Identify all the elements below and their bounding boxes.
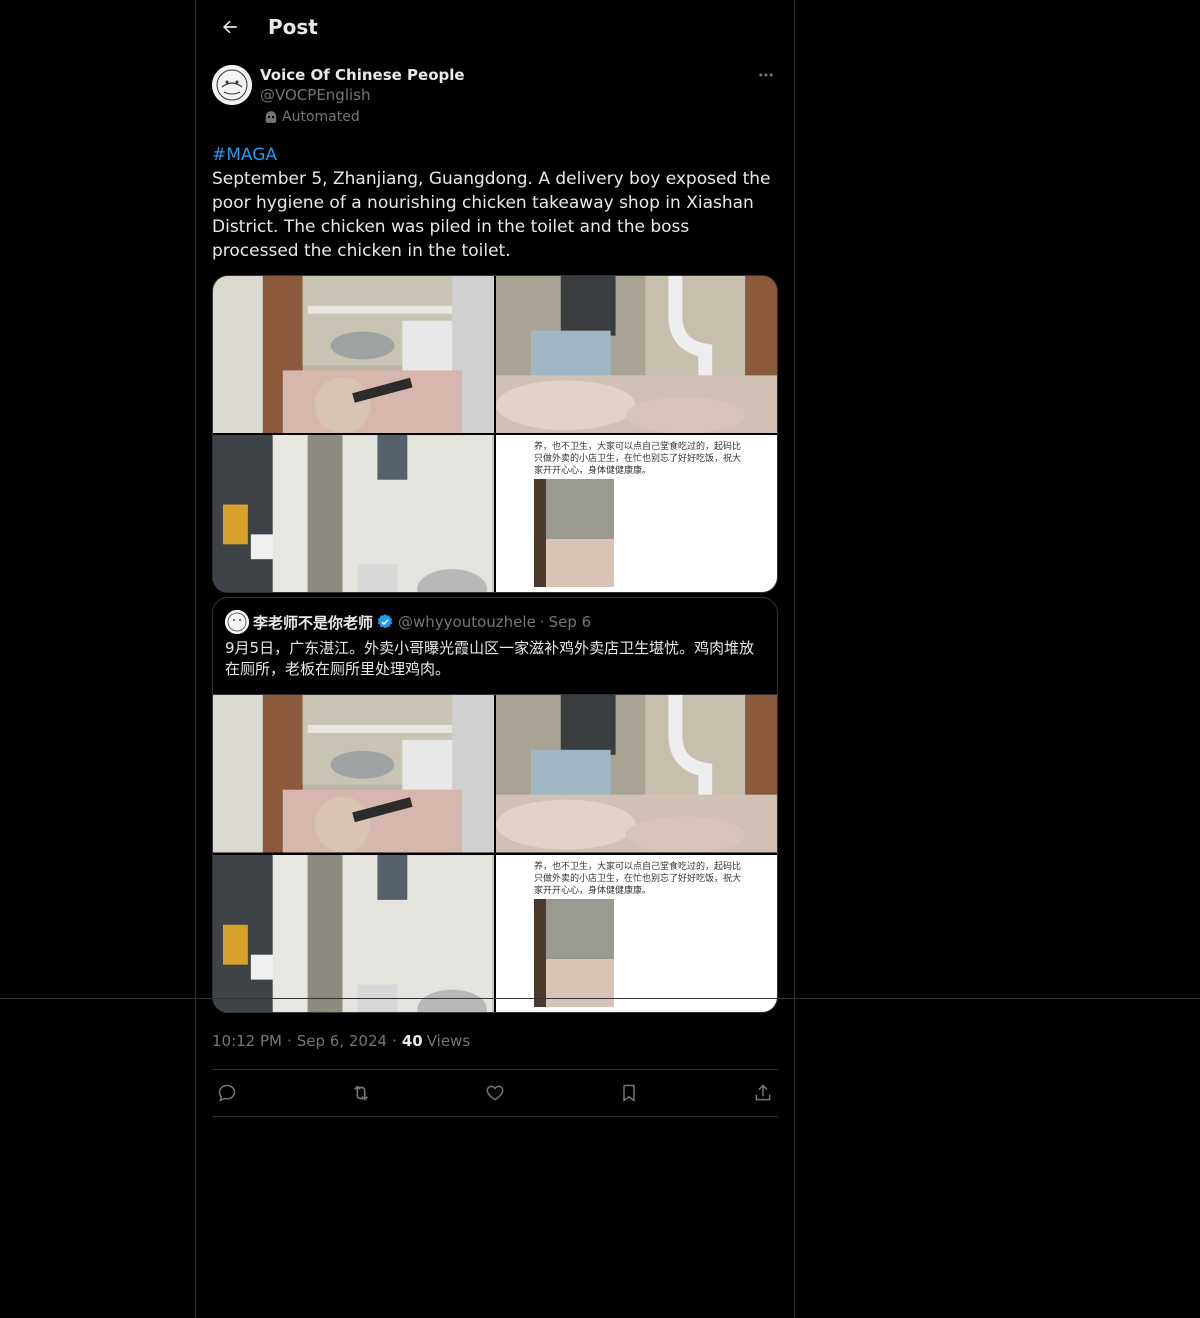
more-dots-icon [759,73,773,77]
post-text: #MAGA September 5, Zhanjiang, Guangdong.… [212,143,778,263]
quoted-author-handle[interactable]: @whyyoutouzhele [398,613,536,631]
back-button[interactable] [212,9,248,45]
like-button[interactable] [484,1082,506,1104]
quoted-media-photo-3[interactable] [213,854,494,1012]
quoted-screenshot-text-line-3: 家开开心心，身体健健康康。 [534,885,652,896]
quoted-media-photo-1[interactable] [213,695,494,853]
viewport-divider [0,998,1200,999]
media-photo-2[interactable] [496,276,777,433]
page-header: Post [196,0,794,53]
bookmark-button[interactable] [618,1082,640,1104]
quoted-text: 9月5日，广东湛江。外卖小哥曝光霞山区一家滋补鸡外卖店卫生堪忧。鸡肉堆放在厕所，… [225,639,755,678]
more-options-button[interactable] [754,65,778,85]
meta-separator-2: · [392,1032,397,1050]
views-count[interactable]: 40 [402,1032,423,1050]
arrow-left-icon [223,20,237,33]
meta-separator-1: · [286,1032,292,1050]
author-handle[interactable]: @VOCPEnglish [260,85,465,105]
avatar-illustration-icon [212,65,252,105]
hashtag-link[interactable]: #MAGA [212,145,277,165]
reply-button[interactable] [216,1082,238,1104]
media-grid: 养，也不卫生，大家可以点自己堂食吃过的，起码比 只做外卖的小店卫生，在忙也别忘了… [212,275,778,593]
reply-icon [218,1084,236,1102]
media-photo-1[interactable] [213,276,494,433]
post-meta: 10:12 PM · Sep 6, 2024 · 40 Views [212,1029,778,1053]
views-label: Views [426,1032,471,1050]
avatar[interactable] [212,65,252,105]
quoted-avatar[interactable] [225,610,249,634]
post-column: Post Voice Of Chinese People @VOCPEnglis… [195,0,795,1318]
quoted-post[interactable]: 李老师不是你老师 @whyyoutouzhele · Sep 6 9月5日，广东… [212,597,778,1013]
quoted-separator: · [539,613,545,631]
quoted-avatar-illustration-icon [225,610,249,634]
screenshot-text-line-3: 家开开心心，身体健健康康。 [534,466,652,476]
page-title: Post [268,14,318,39]
automated-text: Automated [282,109,360,125]
author-row: Voice Of Chinese People @VOCPEnglish Aut… [212,65,778,127]
bot-icon [265,111,277,123]
quoted-author-name[interactable]: 李老师不是你老师 [253,612,373,633]
screenshot-text-line-2: 只做外卖的小店卫生，在忙也别忘了好好吃饭，祝大 [534,454,742,464]
quoted-screenshot-text-line-1: 养，也不卫生，大家可以点自己堂食吃过的，起码比 [534,861,742,872]
verified-badge-icon [377,614,393,629]
media-photo-3[interactable] [213,435,494,592]
post: Voice Of Chinese People @VOCPEnglish Aut… [196,53,794,1117]
quoted-screenshot-text-line-2: 只做外卖的小店卫生，在忙也别忘了好好吃饭，祝大 [534,873,742,884]
repost-icon [353,1085,369,1101]
bookmark-icon [623,1084,635,1102]
quoted-post-header: 李老师不是你老师 @whyyoutouzhele · Sep 6 [213,598,777,634]
media-photo-4[interactable]: 养，也不卫生，大家可以点自己堂食吃过的，起码比 只做外卖的小店卫生，在忙也别忘了… [496,435,777,592]
author-info: Voice Of Chinese People @VOCPEnglish Aut… [260,65,465,127]
heart-icon [486,1085,504,1101]
quoted-media-grid: 养，也不卫生，大家可以点自己堂食吃过的，起码比 只做外卖的小店卫生，在忙也别忘了… [213,694,777,1012]
repost-button[interactable] [350,1082,372,1104]
share-icon [755,1084,771,1101]
post-date[interactable]: Sep 6, 2024 [297,1032,387,1050]
quoted-date[interactable]: Sep 6 [549,613,592,631]
quoted-media-photo-2[interactable] [496,695,777,853]
action-bar [212,1069,778,1117]
automated-label: Automated [264,107,465,127]
post-body: September 5, Zhanjiang, Guangdong. A del… [212,169,776,261]
quoted-media-photo-4[interactable]: 养，也不卫生，大家可以点自己堂食吃过的，起码比 只做外卖的小店卫生，在忙也别忘了… [496,854,777,1012]
post-time[interactable]: 10:12 PM [212,1032,282,1050]
screenshot-text-line-1: 养，也不卫生，大家可以点自己堂食吃过的，起码比 [534,442,742,452]
author-name[interactable]: Voice Of Chinese People [260,65,465,85]
share-button[interactable] [752,1082,774,1104]
